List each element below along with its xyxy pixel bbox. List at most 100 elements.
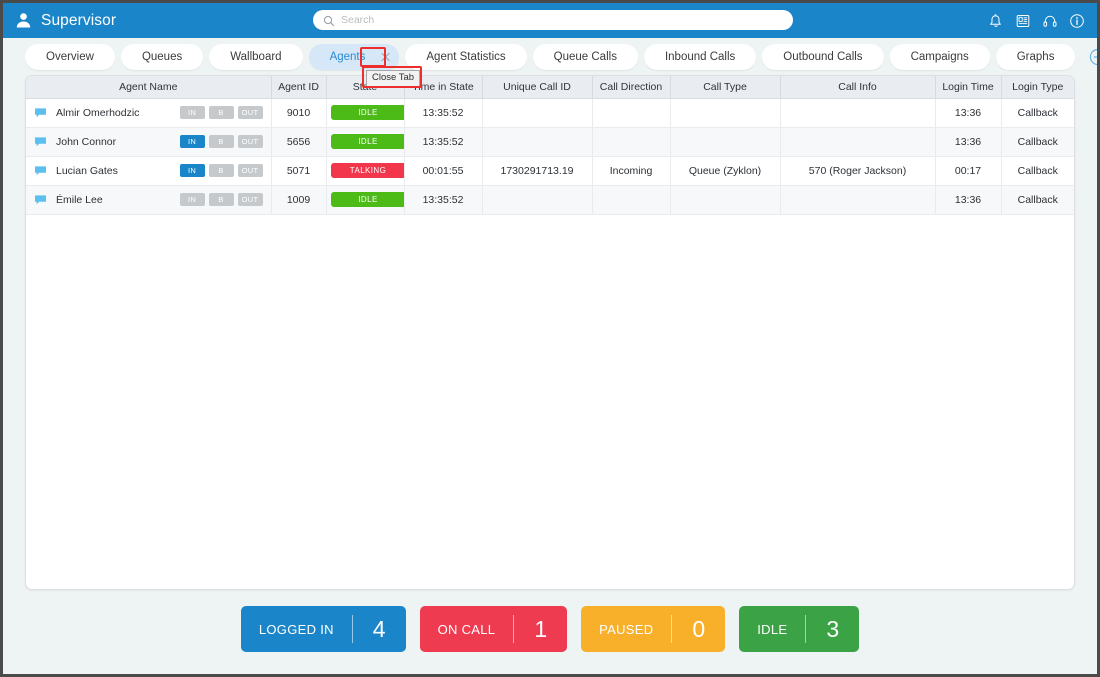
call-type-cell [670,98,781,128]
badge-out[interactable]: OUT [237,135,263,148]
unique-call-id-cell [482,127,593,157]
time-in-state-cell: 13:35:52 [404,185,483,215]
tab-agents[interactable]: Agents [308,43,400,70]
tab-campaigns[interactable]: Campaigns [889,43,990,70]
badge-out[interactable]: OUT [237,193,263,206]
agent-name-cell: Almir Omerhodzic IN B OUT [26,98,272,128]
tab-label: Agents [329,50,366,63]
login-type-cell: Callback [1001,156,1074,186]
column-header[interactable]: Call Info [780,76,936,99]
badge-in[interactable]: IN [179,106,205,119]
table-header: Agent Name Agent ID State Time in State Uniq… [26,76,1074,99]
call-type-cell: Queue (Zyklon) [670,156,781,186]
tab-outbound-calls[interactable]: Outbound Calls [762,43,884,70]
badge-b[interactable]: B [208,164,234,177]
tab-label: Queue Calls [553,50,617,63]
state-badge: TALKING [330,163,403,178]
call-direction-cell: Incoming [592,156,671,186]
agent-channel-badges: IN B OUT [179,164,263,177]
status-summary-bar: LOGGED IN 4 ON CALL 1 PAUSED 0 IDLE 3 [3,590,1097,674]
column-header[interactable]: Unique Call ID [482,76,593,99]
call-type-cell [670,127,781,157]
unique-call-id-cell [482,185,593,215]
info-icon[interactable] [1069,13,1085,29]
tab-inbound-calls[interactable]: Inbound Calls [643,43,757,70]
agent-id-cell: 5656 [271,127,327,157]
tab-graphs[interactable]: Graphs [995,43,1076,70]
search-input[interactable] [313,10,793,30]
tab-label: Overview [46,50,94,63]
plus-circle-icon[interactable] [1089,48,1097,66]
column-header[interactable]: Call Direction [592,76,671,99]
stat-paused[interactable]: PAUSED 0 [581,606,726,652]
agent-cell: Émile Lee IN B OUT [26,186,270,214]
app-header: Supervisor [3,3,1097,38]
chat-bubble-icon[interactable] [34,107,47,118]
headset-icon[interactable] [1042,13,1058,29]
table-row[interactable]: Lucian Gates IN B OUT 5071 TALKING 00:01:55 173… [26,156,1074,186]
badge-b[interactable]: B [208,193,234,206]
header-icon-group [988,3,1085,38]
stat-logged-in[interactable]: LOGGED IN 4 [240,606,406,652]
login-time-cell: 13:36 [935,127,1002,157]
tab-label: Wallboard [230,50,282,63]
time-in-state-cell: 00:01:55 [404,156,483,186]
table-header-row: Agent Name Agent ID State Time in State Uniq… [26,76,1074,99]
login-type-cell: Callback [1001,127,1074,157]
call-direction-cell [592,127,671,157]
table-row[interactable]: Almir Omerhodzic IN B OUT 9010 IDLE 13:35:52 13… [26,98,1074,128]
table-row[interactable]: Émile Lee IN B OUT 1009 IDLE 13:35:52 13:36 Call… [26,185,1074,215]
agent-name: John Connor [56,135,117,148]
column-header[interactable]: Agent Name [26,76,272,99]
table-body: Almir Omerhodzic IN B OUT 9010 IDLE 13:35:52 13… [26,98,1074,215]
table-row[interactable]: John Connor IN B OUT 5656 IDLE 13:35:52 13:36 Ca… [26,127,1074,157]
tab-wallboard[interactable]: Wallboard [209,43,303,70]
tab-label: Graphs [1016,50,1055,63]
user-icon [15,12,32,29]
supervisor-app-window: Supervisor Search Overview Queues Wallbo… [3,3,1097,674]
tab-label: Agent Statistics [426,50,506,63]
column-header[interactable]: Call Type [670,76,781,99]
login-time-cell: 13:36 [935,185,1002,215]
badge-in[interactable]: IN [179,193,205,206]
tab-label: Outbound Calls [783,50,863,63]
stat-on-call[interactable]: ON CALL 1 [419,606,568,652]
tab-queue-calls[interactable]: Queue Calls [532,43,638,70]
stat-idle[interactable]: IDLE 3 [739,606,860,652]
close-icon[interactable] [380,51,391,62]
tab-overview[interactable]: Overview [25,43,115,70]
close-tab-tooltip: Close Tab [366,70,421,88]
badge-b[interactable]: B [208,135,234,148]
chat-bubble-icon[interactable] [34,194,47,205]
call-direction-cell [592,98,671,128]
badge-out[interactable]: OUT [237,106,263,119]
state-badge: IDLE [330,192,403,207]
chat-bubble-icon[interactable] [34,165,47,176]
tab-agent-statistics[interactable]: Agent Statistics [405,43,527,70]
stat-label: PAUSED [599,621,654,637]
login-time-cell: 13:36 [935,98,1002,128]
column-header[interactable]: Login Type [1001,76,1074,99]
bell-icon[interactable] [988,13,1004,29]
time-in-state-cell: 13:35:52 [404,98,483,128]
agent-name: Émile Lee [56,193,103,206]
agent-cell: Lucian Gates IN B OUT [26,157,270,185]
column-header[interactable]: Agent ID [271,76,327,99]
search-container [313,10,793,30]
agent-cell: John Connor IN B OUT [26,128,270,156]
tab-queues[interactable]: Queues [120,43,204,70]
state-badge: IDLE [330,134,403,149]
chat-bubble-icon[interactable] [34,136,47,147]
desk-phone-icon[interactable] [1015,13,1031,29]
badge-in[interactable]: IN [179,135,205,148]
state-cell: IDLE [326,185,405,215]
agent-name-cell: John Connor IN B OUT [26,127,272,157]
agent-name: Lucian Gates [56,164,118,177]
column-header[interactable]: Login Time [935,76,1002,99]
badge-out[interactable]: OUT [237,164,263,177]
state-cell: TALKING [326,156,405,186]
badge-in[interactable]: IN [179,164,205,177]
call-info-cell [780,127,936,157]
agent-name-cell: Lucian Gates IN B OUT [26,156,272,186]
badge-b[interactable]: B [208,106,234,119]
